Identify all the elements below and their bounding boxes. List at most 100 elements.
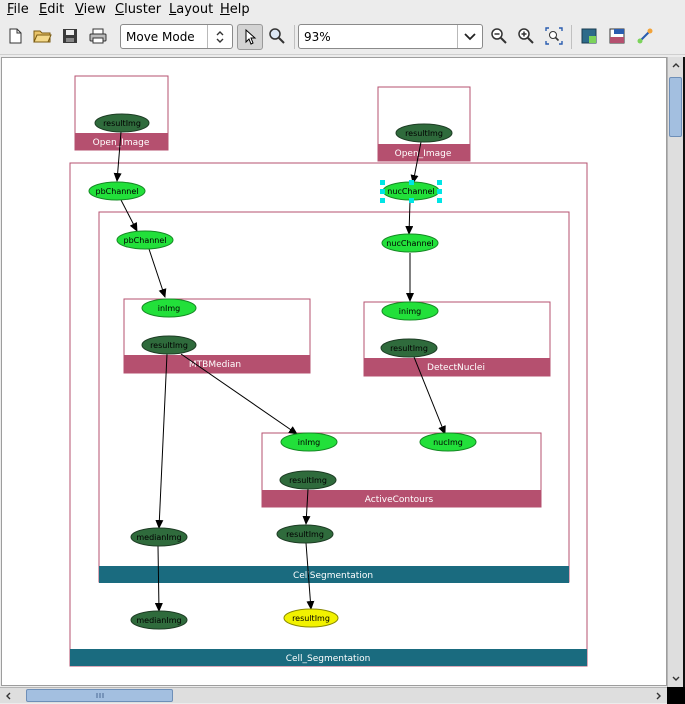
- node-label: resultImg: [103, 119, 141, 128]
- mode-select-value: Move Mode: [126, 30, 195, 44]
- node-label: resultImg: [405, 129, 443, 138]
- vertical-scrollbar[interactable]: [667, 57, 683, 687]
- zoom-combo-value: 93%: [304, 30, 331, 44]
- open-button[interactable]: [30, 24, 54, 48]
- updown-arrow-icon: [207, 25, 232, 48]
- scroll-down-button[interactable]: [669, 671, 683, 687]
- edge-button[interactable]: [633, 24, 657, 48]
- pointer-tool-button[interactable]: [237, 24, 263, 50]
- scroll-right-button[interactable]: [651, 688, 667, 703]
- node-label: nucImg: [433, 438, 463, 447]
- edge: [148, 248, 167, 298]
- node[interactable]: resultImg: [276, 524, 334, 544]
- mode-select[interactable]: Move Mode: [120, 24, 233, 49]
- edge: [405, 200, 414, 235]
- chevron-down-icon[interactable]: [457, 25, 482, 48]
- node[interactable]: pbChannel: [88, 181, 146, 201]
- edge: [155, 353, 168, 529]
- cluster-label: Open_Image: [93, 138, 150, 148]
- pipeline-graph[interactable]: Cell_Segmentation CellSegmentation Open_…: [2, 58, 667, 686]
- node[interactable]: resultImg: [279, 470, 337, 490]
- cluster-label: Open_Image: [395, 149, 452, 159]
- zoom-out-icon: [491, 28, 507, 44]
- cluster-label: DetectNuclei: [427, 363, 485, 373]
- node-output[interactable]: resultImg: [283, 608, 339, 628]
- cluster-button[interactable]: [605, 24, 629, 48]
- vertical-scroll-thumb[interactable]: [669, 77, 682, 137]
- node-label: nucChannel: [387, 187, 434, 196]
- toolbar-separator: [294, 25, 295, 49]
- node-label: resultImg: [150, 341, 188, 350]
- node-label: nucChannel: [386, 239, 433, 248]
- cluster-label: Cell_Segmentation: [286, 654, 371, 664]
- node-label: resultImg: [390, 344, 428, 353]
- print-button[interactable]: [86, 24, 110, 48]
- selected-node[interactable]: nucChannel: [380, 180, 442, 203]
- menu-view[interactable]: View: [75, 2, 106, 17]
- node[interactable]: resultImg: [94, 113, 150, 133]
- new-button[interactable]: [3, 24, 27, 48]
- scroll-left-button[interactable]: [0, 688, 16, 703]
- cluster-open-image-1[interactable]: Open_Image: [74, 75, 169, 151]
- edge: [120, 199, 138, 232]
- print-icon: [89, 28, 107, 44]
- zoom-fit-button[interactable]: [542, 24, 566, 48]
- node[interactable]: medianImg: [130, 527, 188, 547]
- node-label: pbChannel: [124, 236, 167, 245]
- toolbar-separator: [571, 25, 572, 49]
- node-label: medianImg: [136, 533, 181, 542]
- menu-help[interactable]: Help: [220, 2, 250, 17]
- new-icon: [9, 28, 22, 44]
- node-label: inImg: [158, 304, 181, 313]
- zoom-region-icon: [269, 28, 285, 44]
- chevron-down-icon: [672, 676, 680, 681]
- layout-icon: [581, 28, 597, 44]
- node[interactable]: inimg: [381, 301, 439, 321]
- menu-bar: File Edit View Cluster Layout Help: [0, 0, 685, 20]
- toolbar: Move Mode 93%: [0, 20, 685, 55]
- zoom-in-icon: [518, 28, 534, 44]
- chevron-right-icon: [656, 692, 661, 699]
- node[interactable]: resultImg: [141, 335, 197, 355]
- layout-button[interactable]: [577, 24, 601, 48]
- node[interactable]: resultImg: [380, 338, 438, 358]
- zoom-fit-icon: [545, 27, 563, 45]
- horizontal-scrollbar[interactable]: [0, 687, 667, 703]
- menu-edit[interactable]: Edit: [39, 2, 64, 17]
- zoom-region-button[interactable]: [265, 24, 289, 48]
- horizontal-scroll-thumb[interactable]: [26, 689, 173, 702]
- node-label: resultImg: [289, 476, 327, 485]
- menu-cluster[interactable]: Cluster: [115, 2, 161, 17]
- cluster-icon: [609, 28, 625, 44]
- cluster-label: ActiveContours: [365, 495, 434, 505]
- save-button[interactable]: [58, 24, 82, 48]
- graph-canvas[interactable]: Cell_Segmentation CellSegmentation Open_…: [1, 57, 667, 686]
- cluster-cell-segmentation-inner[interactable]: CellSegmentation: [98, 211, 570, 583]
- edge: [154, 545, 163, 612]
- chevron-up-icon: [672, 63, 680, 68]
- chevron-left-icon: [6, 692, 11, 699]
- open-folder-icon: [33, 30, 52, 43]
- node-label: resultImg: [292, 614, 330, 623]
- node[interactable]: resultImg: [395, 123, 453, 143]
- save-icon: [63, 29, 77, 43]
- node-label: inImg: [298, 438, 321, 447]
- node[interactable]: inImg: [280, 432, 338, 452]
- menu-layout[interactable]: Layout: [169, 2, 213, 17]
- node[interactable]: nucChannel: [381, 233, 439, 253]
- node-label: inimg: [399, 307, 421, 316]
- node-label: medianImg: [136, 616, 181, 625]
- node[interactable]: medianImg: [130, 610, 188, 630]
- zoom-out-button[interactable]: [487, 24, 511, 48]
- menu-file[interactable]: File: [7, 2, 29, 17]
- node[interactable]: inImg: [141, 298, 197, 318]
- zoom-combo[interactable]: 93%: [298, 24, 483, 49]
- scroll-up-button[interactable]: [669, 57, 683, 73]
- zoom-in-button[interactable]: [514, 24, 538, 48]
- node-label: pbChannel: [96, 187, 139, 196]
- node[interactable]: nucImg: [419, 432, 477, 452]
- edge-icon: [637, 28, 653, 44]
- grip-icon: [96, 693, 103, 698]
- node[interactable]: pbChannel: [116, 230, 174, 250]
- node-label: resultImg: [286, 530, 324, 539]
